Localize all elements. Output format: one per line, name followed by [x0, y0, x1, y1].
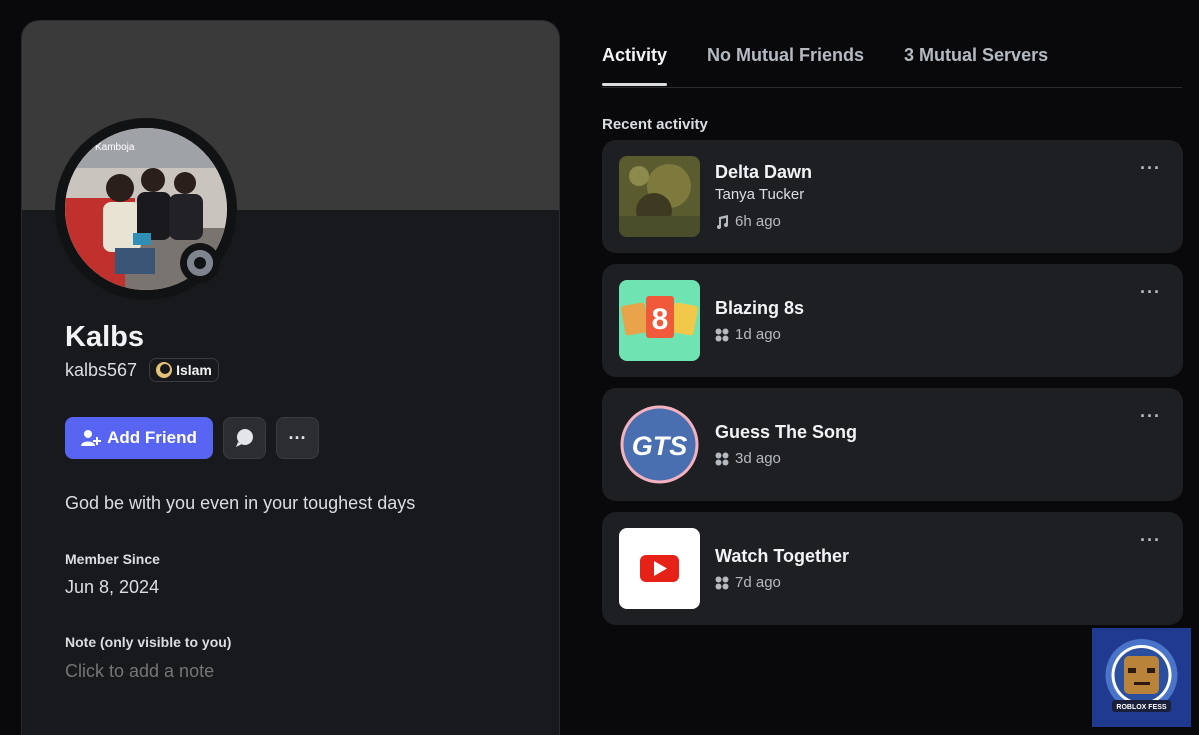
activity-time: 1d ago: [735, 326, 781, 343]
guild-tag-label: Islam: [176, 362, 212, 378]
blazing-8s-app-icon: 8: [619, 280, 700, 361]
more-options-button[interactable]: ···: [276, 417, 319, 459]
activity-more-button[interactable]: ···: [1140, 158, 1161, 179]
tab-divider: [602, 87, 1182, 88]
activity-more-button[interactable]: ···: [1140, 282, 1161, 303]
tab-mutual-servers[interactable]: 3 Mutual Servers: [904, 45, 1048, 86]
activity-time: 6h ago: [735, 213, 781, 230]
activity-title: Watch Together: [715, 546, 849, 566]
activity-meta: 1d ago: [715, 326, 781, 343]
activity-title: Guess The Song: [715, 422, 858, 442]
activity-meta: 6h ago: [715, 213, 781, 230]
game-icon: [715, 328, 729, 341]
activity-more-button[interactable]: ···: [1140, 530, 1161, 551]
svg-text:8: 8: [652, 303, 669, 336]
profile-tabs: Activity No Mutual Friends 3 Mutual Serv…: [602, 45, 1048, 86]
activity-meta: 3d ago: [715, 450, 781, 467]
add-friend-label: Add Friend: [107, 428, 197, 447]
member-since-date: Jun 8, 2024: [65, 577, 160, 597]
game-icon: [715, 576, 729, 589]
tab-mutual-friends[interactable]: No Mutual Friends: [707, 45, 864, 86]
recent-activity-title: Recent activity: [602, 116, 708, 133]
username-row: kalbs567 Islam: [65, 358, 219, 382]
svg-text:ROBLOX FESS: ROBLOX FESS: [1116, 704, 1167, 711]
member-since-label: Member Since: [65, 551, 160, 567]
activity-card[interactable]: Watch Together 7d ago ···: [602, 512, 1183, 625]
display-name: Kalbs: [65, 321, 144, 353]
profile-card: Kamboja Kalbs kalbs567 Islam Add Friend: [21, 20, 560, 735]
chat-bubble-icon: [235, 429, 253, 447]
activity-more-button[interactable]: ···: [1140, 406, 1161, 427]
activity-card[interactable]: 8 Blazing 8s 1d ago ···: [602, 264, 1183, 377]
profile-actions: Add Friend ···: [65, 417, 319, 459]
note-input[interactable]: [65, 661, 365, 682]
activity-card[interactable]: Delta Dawn Tanya Tucker 6h ago ···: [602, 140, 1183, 253]
svg-text:Kamboja: Kamboja: [95, 142, 135, 153]
crescent-icon: [156, 362, 173, 378]
status-indicator-offline: [180, 243, 220, 283]
username: kalbs567: [65, 359, 138, 380]
more-icon: ···: [288, 427, 307, 448]
message-button[interactable]: [223, 417, 266, 459]
activity-time: 7d ago: [735, 574, 781, 591]
album-art: [619, 156, 700, 237]
guild-tag[interactable]: Islam: [149, 358, 219, 382]
guess-the-song-app-icon: GTS: [619, 404, 700, 485]
add-friend-button[interactable]: Add Friend: [65, 417, 213, 459]
activity-meta: 7d ago: [715, 574, 781, 591]
activity-time: 3d ago: [735, 450, 781, 467]
youtube-app-icon: [619, 528, 700, 609]
profile-bio: God be with you even in your toughest da…: [65, 493, 416, 513]
roblox-fess-watermark: ROBLOX FESS: [1092, 628, 1191, 727]
activity-subtitle: Tanya Tucker: [715, 186, 805, 203]
game-icon: [715, 452, 729, 465]
tab-activity[interactable]: Activity: [602, 45, 668, 86]
activity-card[interactable]: GTS Guess The Song 3d ago ···: [602, 388, 1183, 501]
music-note-icon: [717, 214, 728, 229]
activity-title: Delta Dawn: [715, 162, 813, 182]
svg-text:GTS: GTS: [632, 431, 688, 461]
avatar-container[interactable]: Kamboja: [55, 118, 237, 300]
activity-title: Blazing 8s: [715, 298, 805, 318]
note-label: Note (only visible to you): [65, 634, 232, 650]
add-user-icon: [81, 430, 102, 446]
